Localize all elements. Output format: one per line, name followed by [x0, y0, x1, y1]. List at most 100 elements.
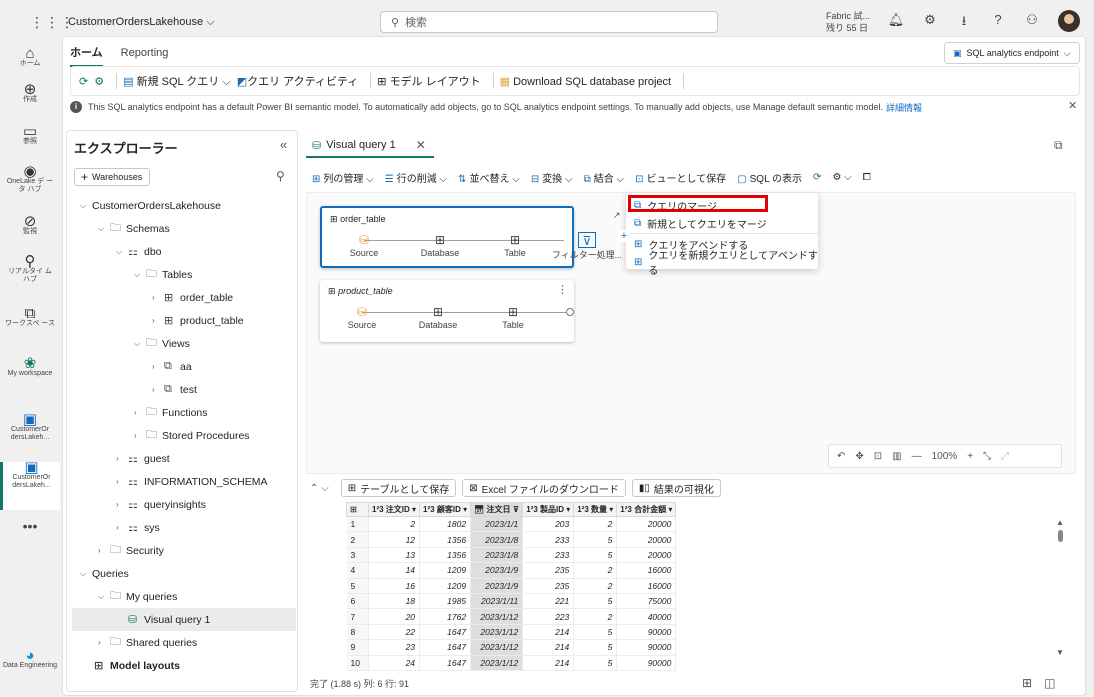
tree-item-queryinsights[interactable]: › ⚏ queryinsights — [72, 493, 296, 516]
results-grid[interactable]: ⊞ 1²3 注文ID ▾ 1²3 顧客ID ▾ 📅︎ 注文日 ⊽ 1²3 製品I… — [346, 502, 677, 671]
refresh-icon[interactable]: ⟳ — [813, 172, 821, 183]
help-icon[interactable]: ? — [988, 12, 1008, 32]
notification-icon[interactable]: 🔔︎ — [886, 12, 906, 32]
tree-item-order-table[interactable]: › ⊞ order_table — [72, 286, 296, 309]
tree-item-model-layouts[interactable]: ⊞ Model layouts — [72, 654, 296, 677]
query-activity-button[interactable]: ◩クエリ アクティビティ — [237, 73, 359, 89]
column-header[interactable]: 📅︎ 注文日 ⊽ — [470, 502, 524, 517]
tab-home[interactable]: ホーム — [70, 44, 103, 67]
rail-item-browse[interactable]: ▭ 参照 — [0, 124, 60, 146]
save-as-view-button[interactable]: ⊡ ビューとして保存 — [635, 170, 726, 185]
rail-item-home[interactable]: ⌂ ホーム — [0, 46, 60, 68]
menu-item-append-as-new[interactable]: ⊞ クエリを新規クエリとしてアペンドする — [626, 251, 818, 277]
combine-button[interactable]: ⧉ 結合 ⌵ — [584, 170, 625, 185]
settings-icon[interactable]: ⚙ — [94, 75, 104, 88]
share-people-icon[interactable]: ⚇ — [1022, 12, 1042, 32]
tree-item-queries[interactable]: ⌵ Queries — [72, 562, 296, 585]
download-excel-button[interactable]: ⊠ Excel ファイルのダウンロード — [462, 479, 626, 497]
zoom-out-icon[interactable]: — — [912, 451, 922, 462]
tree-item-view-aa[interactable]: › ⧉ aa — [72, 355, 296, 378]
tree-item-schemas[interactable]: ⌵ 🗀 Schemas — [72, 217, 296, 240]
view-sql-button[interactable]: ▢ SQL の表示 — [737, 170, 802, 185]
query-card-product-table[interactable]: ⊞ product_table ⋮ ⛁ Source ⊞ Database ⊞ Tab… — [320, 280, 574, 342]
popout-icon[interactable]: ⧠ — [863, 172, 871, 183]
rail-item-create[interactable]: ⊕ 作成 — [0, 82, 60, 104]
table-row[interactable]: 10 24 1647 2023/1/12 214 5 90000 — [346, 655, 677, 671]
table-row[interactable]: 3 13 1356 2023/1/8 233 5 20000 — [346, 547, 677, 564]
refresh-icon[interactable]: ⟳ — [79, 75, 88, 88]
workspace-selector[interactable]: CustomerOrdersLakehouse ⌵ — [68, 16, 215, 29]
rail-item-my-workspace[interactable]: ❀ My workspace — [0, 356, 60, 378]
add-warehouses-button[interactable]: + Warehouses — [74, 168, 150, 186]
table-row[interactable]: 9 23 1647 2023/1/12 214 5 90000 — [346, 639, 677, 656]
rail-item-workspaces[interactable]: ⧉ ワークスペ ース — [0, 306, 60, 328]
more-icon[interactable]: ••• — [0, 519, 60, 533]
step-table[interactable]: ⊞ Table — [485, 232, 545, 258]
tab-reporting[interactable]: Reporting — [121, 47, 169, 64]
split-view-icon[interactable]: ◫ — [1044, 676, 1055, 690]
scroll-down-icon[interactable]: ▼ — [1056, 648, 1064, 657]
add-step-plus-icon[interactable]: + — [618, 230, 630, 242]
tree-item-stored-procedures[interactable]: › 🗀 Stored Procedures — [72, 424, 296, 447]
query-card-order-table[interactable]: ⊞ order_table ⛁ Source ⊞ Database ⊞ Table ⊽… — [320, 206, 622, 268]
column-header[interactable]: 1²3 注文ID ▾ — [367, 502, 421, 517]
step-source[interactable]: ⛁ Source — [334, 232, 394, 258]
rail-item-lakehouse[interactable]: ▣ CustomerOr dersLakeh... — [0, 412, 60, 442]
tree-item-guest[interactable]: › ⚏ guest — [72, 447, 296, 470]
tree-item-shared-queries[interactable]: › 🗀 Shared queries — [72, 631, 296, 654]
scroll-up-icon[interactable]: ▲ — [1056, 518, 1064, 527]
minimap-icon[interactable]: ▥ — [892, 451, 901, 462]
collapse-card-icon[interactable]: ↗ — [613, 210, 621, 221]
collapse-panel-icon[interactable]: « — [280, 137, 287, 152]
rail-item-monitor[interactable]: ⊘ 監視 — [0, 214, 60, 236]
save-as-table-button[interactable]: ⊞ テーブルとして保存 — [340, 479, 457, 497]
rail-item-realtime[interactable]: ⚲ リアルタイ ム ハブ — [0, 254, 60, 284]
step-database[interactable]: ⊞ Database — [408, 304, 468, 330]
scroll-thumb[interactable] — [1057, 530, 1063, 542]
tree-item-view-test[interactable]: › ⧉ test — [72, 378, 296, 401]
zoom-in-icon[interactable]: + — [967, 451, 973, 462]
trial-status[interactable]: Fabric 試... 残り 55 日 — [826, 10, 870, 34]
fit-to-screen-icon[interactable]: ⊡ — [874, 451, 882, 462]
sort-button[interactable]: ⇅ 並べ替え ⌵ — [458, 170, 520, 185]
close-icon[interactable]: ✕ — [1068, 99, 1077, 112]
grid-view-icon[interactable]: ⊞ — [1022, 676, 1032, 690]
tree-item-sys[interactable]: › ⚏ sys — [72, 516, 296, 539]
rail-item-data-engineering[interactable]: ◕ Data Engineering — [0, 648, 60, 670]
column-header[interactable]: 1²3 顧客ID ▾ — [419, 502, 472, 517]
table-row[interactable]: 5 16 1209 2023/1/9 235 2 16000 — [346, 578, 677, 594]
results-scrollbar[interactable]: ▲ ▼ — [1056, 518, 1064, 668]
step-table[interactable]: ⊞ Table — [483, 304, 543, 330]
tree-item-visual-query-1[interactable]: ⛁ Visual query 1 — [72, 608, 296, 631]
download-project-button[interactable]: ▦ Download SQL database project — [500, 75, 671, 88]
collapse-results-icon[interactable]: ⌃ ⌵ — [310, 483, 329, 494]
step-source[interactable]: ⛁ Source — [332, 304, 392, 330]
tree-item-views[interactable]: ⌵ 🗀 Views — [72, 332, 296, 355]
rail-item-sql-endpoint[interactable]: ▣ CustomerOr dersLakeh... — [0, 460, 60, 510]
column-header[interactable]: 1²3 数量 ▾ — [573, 502, 618, 517]
user-avatar[interactable] — [1058, 10, 1080, 32]
tab-visual-query-1[interactable]: ⛁ Visual query 1 ✕ — [306, 134, 434, 158]
column-header[interactable]: 1²3 合計金額 ▾ — [616, 502, 677, 517]
settings-gear-icon[interactable]: ⚙ ⌵ — [832, 172, 851, 183]
learn-more-link[interactable]: 詳細情報 — [886, 101, 922, 114]
copy-icon[interactable]: ⧉ — [1054, 138, 1063, 153]
tree-item-lakehouse[interactable]: ⌵ CustomerOrdersLakehouse — [72, 194, 296, 217]
model-layout-button[interactable]: ⊞ モデル レイアウト — [377, 73, 480, 89]
reduce-rows-button[interactable]: ☰ 行の削減 ⌵ — [385, 170, 447, 185]
tree-item-tables[interactable]: ⌵ 🗀 Tables — [72, 263, 296, 286]
table-row[interactable]: 7 20 1762 2023/1/12 223 2 40000 — [346, 608, 677, 625]
add-step-handle[interactable] — [566, 308, 574, 316]
step-database[interactable]: ⊞ Database — [410, 232, 470, 258]
table-row[interactable]: 8 22 1647 2023/1/12 214 5 90000 — [346, 624, 677, 641]
download-icon[interactable]: ⭳ — [954, 12, 974, 32]
new-sql-query-button[interactable]: ▤ 新規 SQL クエリ ⌵ — [123, 73, 231, 89]
visualize-results-button[interactable]: ▮▯ 結果の可視化 — [631, 479, 721, 497]
table-row[interactable]: 2 12 1356 2023/1/8 233 5 20000 — [346, 531, 677, 548]
pan-icon[interactable]: ✥ — [855, 451, 863, 462]
tree-item-security[interactable]: › 🗀 Security — [72, 539, 296, 562]
close-tab-icon[interactable]: ✕ — [416, 138, 426, 152]
tree-item-information-schema[interactable]: › ⚏ INFORMATION_SCHEMA — [72, 470, 296, 493]
rail-item-onelake[interactable]: ◉ OneLake デ ータ ハブ — [0, 164, 60, 194]
tree-item-product-table[interactable]: › ⊞ product_table — [72, 309, 296, 332]
